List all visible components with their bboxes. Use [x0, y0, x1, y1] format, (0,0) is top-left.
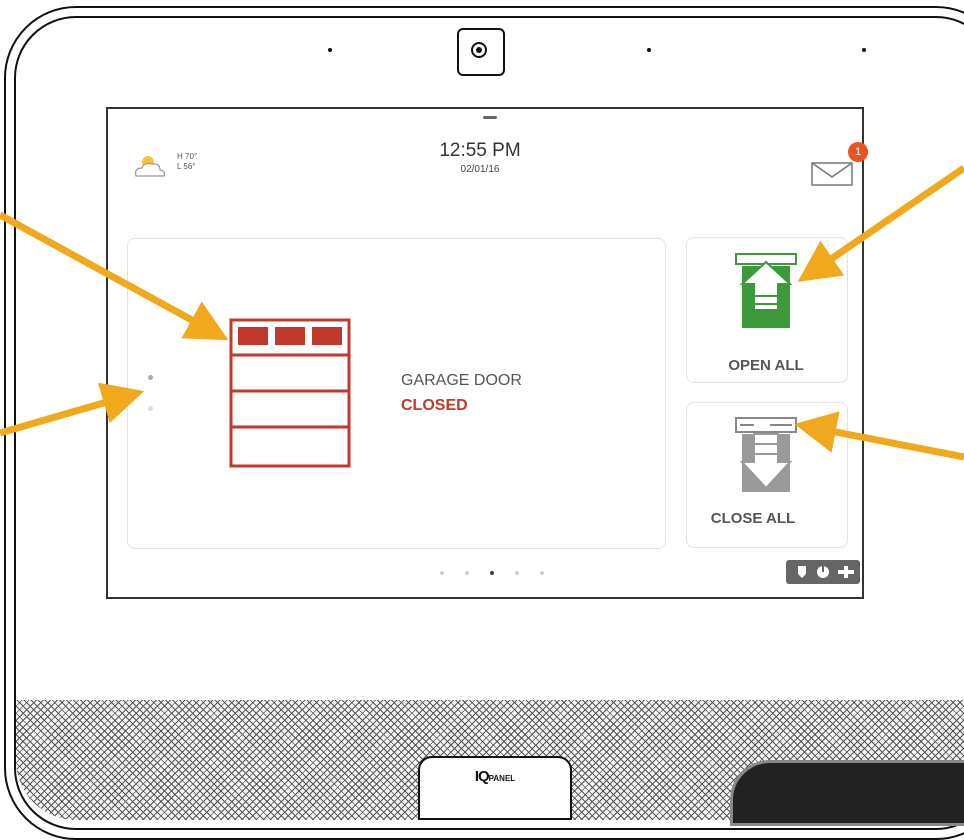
callout-arrow-open-all — [797, 165, 964, 282]
callout-arrow-side-dots — [0, 382, 145, 437]
callout-arrows — [0, 165, 964, 461]
callout-arrow-garage — [0, 211, 229, 341]
callout-arrow-close-all — [794, 411, 964, 461]
